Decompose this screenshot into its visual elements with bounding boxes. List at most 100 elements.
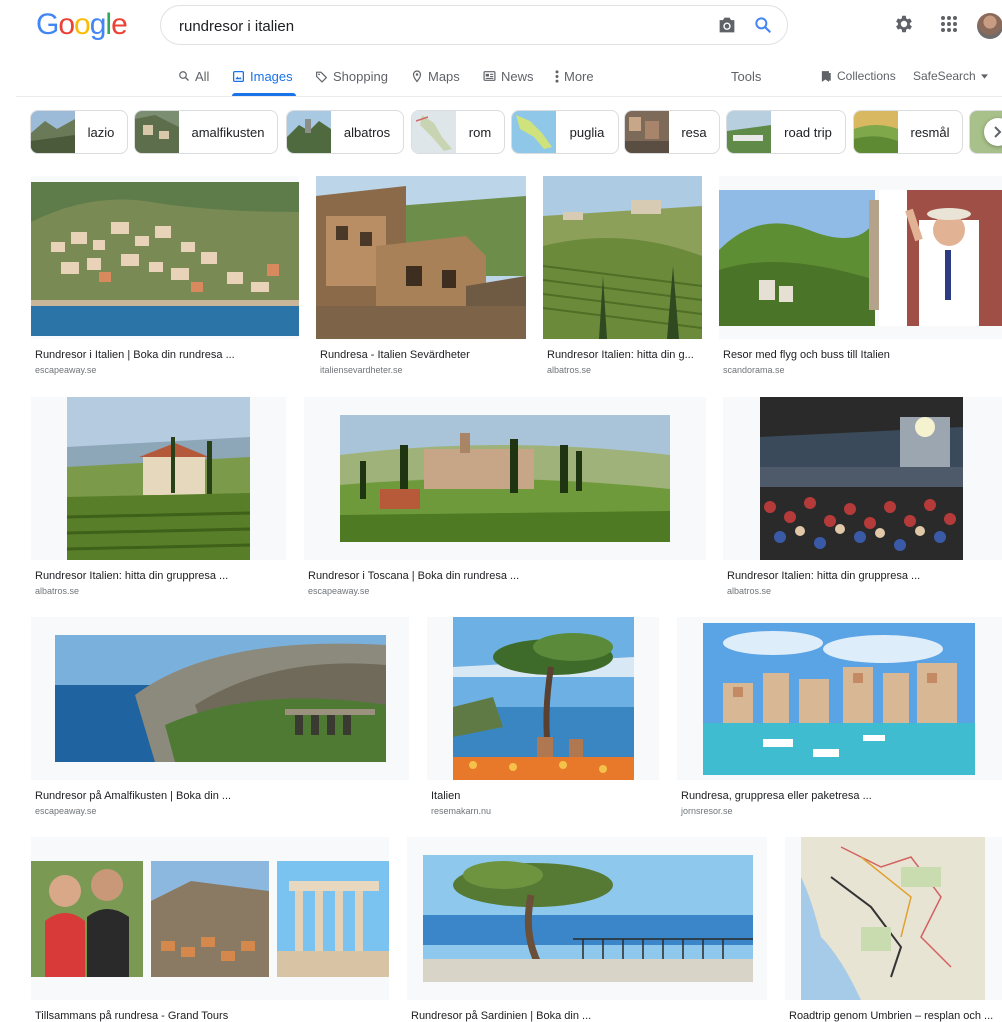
tab-shopping[interactable]: Shopping — [315, 68, 388, 84]
result-source[interactable]: jornsresor.se — [681, 806, 733, 816]
newspaper-icon — [483, 71, 496, 81]
chip-rom[interactable]: rom — [411, 110, 505, 154]
result-thumbnail[interactable] — [785, 837, 1002, 1000]
image-result[interactable]: Roadtrip genom Umbrien – resplan och ... — [785, 837, 1002, 1022]
image-result[interactable]: Rundresor Italien: hitta din gruppresa .… — [723, 397, 1002, 602]
result-title[interactable]: Rundresa, gruppresa eller paketresa ... — [681, 790, 1002, 802]
result-thumbnail[interactable] — [543, 176, 702, 339]
chip-amalfikusten[interactable]: amalfikusten — [134, 110, 278, 154]
gear-icon[interactable] — [893, 13, 915, 35]
tab-maps[interactable]: Maps — [411, 68, 460, 84]
result-source[interactable]: albatros.se — [35, 586, 79, 596]
result-title[interactable]: Rundresor på Amalfikusten | Boka din ... — [35, 790, 409, 802]
result-thumbnail[interactable] — [719, 176, 1002, 339]
result-thumbnail[interactable] — [723, 397, 1002, 560]
tab-images[interactable]: Images — [232, 68, 293, 84]
result-thumbnail[interactable] — [677, 617, 1002, 780]
image-result[interactable]: Rundresor i Italien | Boka din rundresa … — [31, 176, 299, 378]
tab-news[interactable]: News — [483, 68, 534, 84]
result-source[interactable]: escapeaway.se — [35, 806, 96, 816]
image-result[interactable]: Rundresa, gruppresa eller paketresa ... … — [677, 617, 1002, 822]
result-source[interactable]: italiensevardheter.se — [320, 365, 403, 375]
account-avatar[interactable] — [977, 13, 1002, 39]
chip-label: rom — [468, 124, 492, 140]
header: Google All Images — [0, 0, 1002, 97]
result-image — [340, 415, 670, 542]
safesearch-label: SafeSearch — [913, 69, 976, 83]
result-image — [760, 397, 963, 560]
result-source[interactable]: albatros.se — [727, 586, 771, 596]
result-title[interactable]: Rundresor i Italien | Boka din rundresa … — [35, 349, 299, 361]
result-title[interactable]: Rundresor på Sardinien | Boka din ... — [411, 1010, 767, 1022]
tab-shopping-label: Shopping — [333, 68, 388, 84]
result-title[interactable]: Rundresa - Italien Sevärdheter — [320, 349, 526, 361]
collections-label: Collections — [837, 69, 896, 83]
result-title[interactable]: Rundresor Italien: hitta din gruppresa .… — [727, 570, 1002, 582]
result-thumbnail[interactable] — [31, 176, 299, 339]
image-result[interactable]: Rundresa - Italien Sevärdheter italiense… — [316, 176, 526, 378]
tab-news-label: News — [501, 68, 534, 84]
search-box[interactable] — [160, 5, 788, 45]
result-source[interactable]: scandorama.se — [723, 365, 785, 375]
image-result[interactable]: Rundresor Italien: hitta din gruppresa .… — [31, 397, 286, 602]
logo-letter: o — [58, 8, 75, 41]
result-title[interactable]: Resor med flyg och buss till Italien — [723, 349, 1002, 361]
apps-grid-icon[interactable] — [940, 15, 958, 33]
result-title[interactable]: Rundresor Italien: hitta din gruppresa .… — [35, 570, 286, 582]
result-image — [423, 855, 753, 982]
chip-albatros[interactable]: albatros — [286, 110, 404, 154]
camera-icon[interactable] — [717, 16, 737, 34]
result-title[interactable]: Rundresor Italien: hitta din g... — [547, 349, 702, 361]
chip-thumbnail — [287, 111, 331, 153]
collections-button[interactable]: Collections — [820, 68, 896, 84]
caret-down-icon — [980, 73, 988, 79]
result-image — [543, 176, 702, 339]
result-title[interactable]: Roadtrip genom Umbrien – resplan och ... — [789, 1010, 1002, 1022]
result-source[interactable]: escapeaway.se — [35, 365, 96, 375]
image-result[interactable]: Rundresor i Toscana | Boka din rundresa … — [304, 397, 706, 602]
safesearch-dropdown[interactable]: SafeSearch — [913, 68, 988, 84]
chip-thumbnail — [135, 111, 179, 153]
logo-letter: e — [111, 8, 128, 41]
chip-label: resa — [681, 124, 707, 140]
search-icon[interactable] — [753, 15, 773, 35]
tools-label: Tools — [731, 68, 762, 84]
search-input[interactable] — [179, 15, 699, 37]
result-source[interactable]: albatros.se — [547, 365, 591, 375]
header-divider — [16, 96, 1002, 97]
result-thumbnail[interactable] — [31, 397, 286, 560]
result-thumbnail[interactable] — [31, 617, 409, 780]
chip-lazio[interactable]: lazio — [30, 110, 128, 154]
chip-puglia[interactable]: puglia — [511, 110, 619, 154]
result-thumbnail[interactable] — [304, 397, 706, 560]
result-thumbnail[interactable] — [427, 617, 659, 780]
result-thumbnail[interactable] — [407, 837, 767, 1000]
result-thumbnail[interactable] — [31, 837, 389, 1000]
result-title[interactable]: Rundresor i Toscana | Boka din rundresa … — [308, 570, 706, 582]
tab-all[interactable]: All — [178, 68, 209, 84]
image-result[interactable]: Rundresor på Sardinien | Boka din ... — [407, 837, 767, 1022]
result-image — [801, 837, 985, 1000]
tools-button[interactable]: Tools — [731, 68, 761, 84]
tab-more-label: More — [564, 68, 594, 84]
image-result[interactable]: Resor med flyg och buss till Italien sca… — [719, 176, 1002, 378]
image-result[interactable]: Rundresor Italien: hitta din g... albatr… — [543, 176, 702, 378]
chip-label: lazio — [87, 124, 115, 140]
result-title[interactable]: Italien — [431, 790, 659, 802]
image-result[interactable]: Tillsammans på rundresa - Grand Tours — [31, 837, 389, 1022]
result-thumbnail[interactable] — [316, 176, 526, 339]
chip-road-trip[interactable]: road trip — [726, 110, 846, 154]
result-source[interactable]: escapeaway.se — [308, 586, 369, 596]
chip-resmal[interactable]: resmål — [853, 110, 963, 154]
result-image — [67, 397, 250, 560]
result-source[interactable]: resemakarn.nu — [431, 806, 491, 816]
chip-thumbnail — [31, 111, 75, 153]
result-image — [703, 623, 975, 775]
result-title[interactable]: Tillsammans på rundresa - Grand Tours — [35, 1010, 389, 1022]
image-result[interactable]: Italien resemakarn.nu — [427, 617, 659, 822]
image-result[interactable]: Rundresor på Amalfikusten | Boka din ...… — [31, 617, 409, 822]
result-image — [55, 635, 386, 762]
chip-resa[interactable]: resa — [624, 110, 720, 154]
google-logo[interactable]: Google — [36, 8, 128, 42]
tab-more[interactable]: More — [555, 68, 594, 84]
